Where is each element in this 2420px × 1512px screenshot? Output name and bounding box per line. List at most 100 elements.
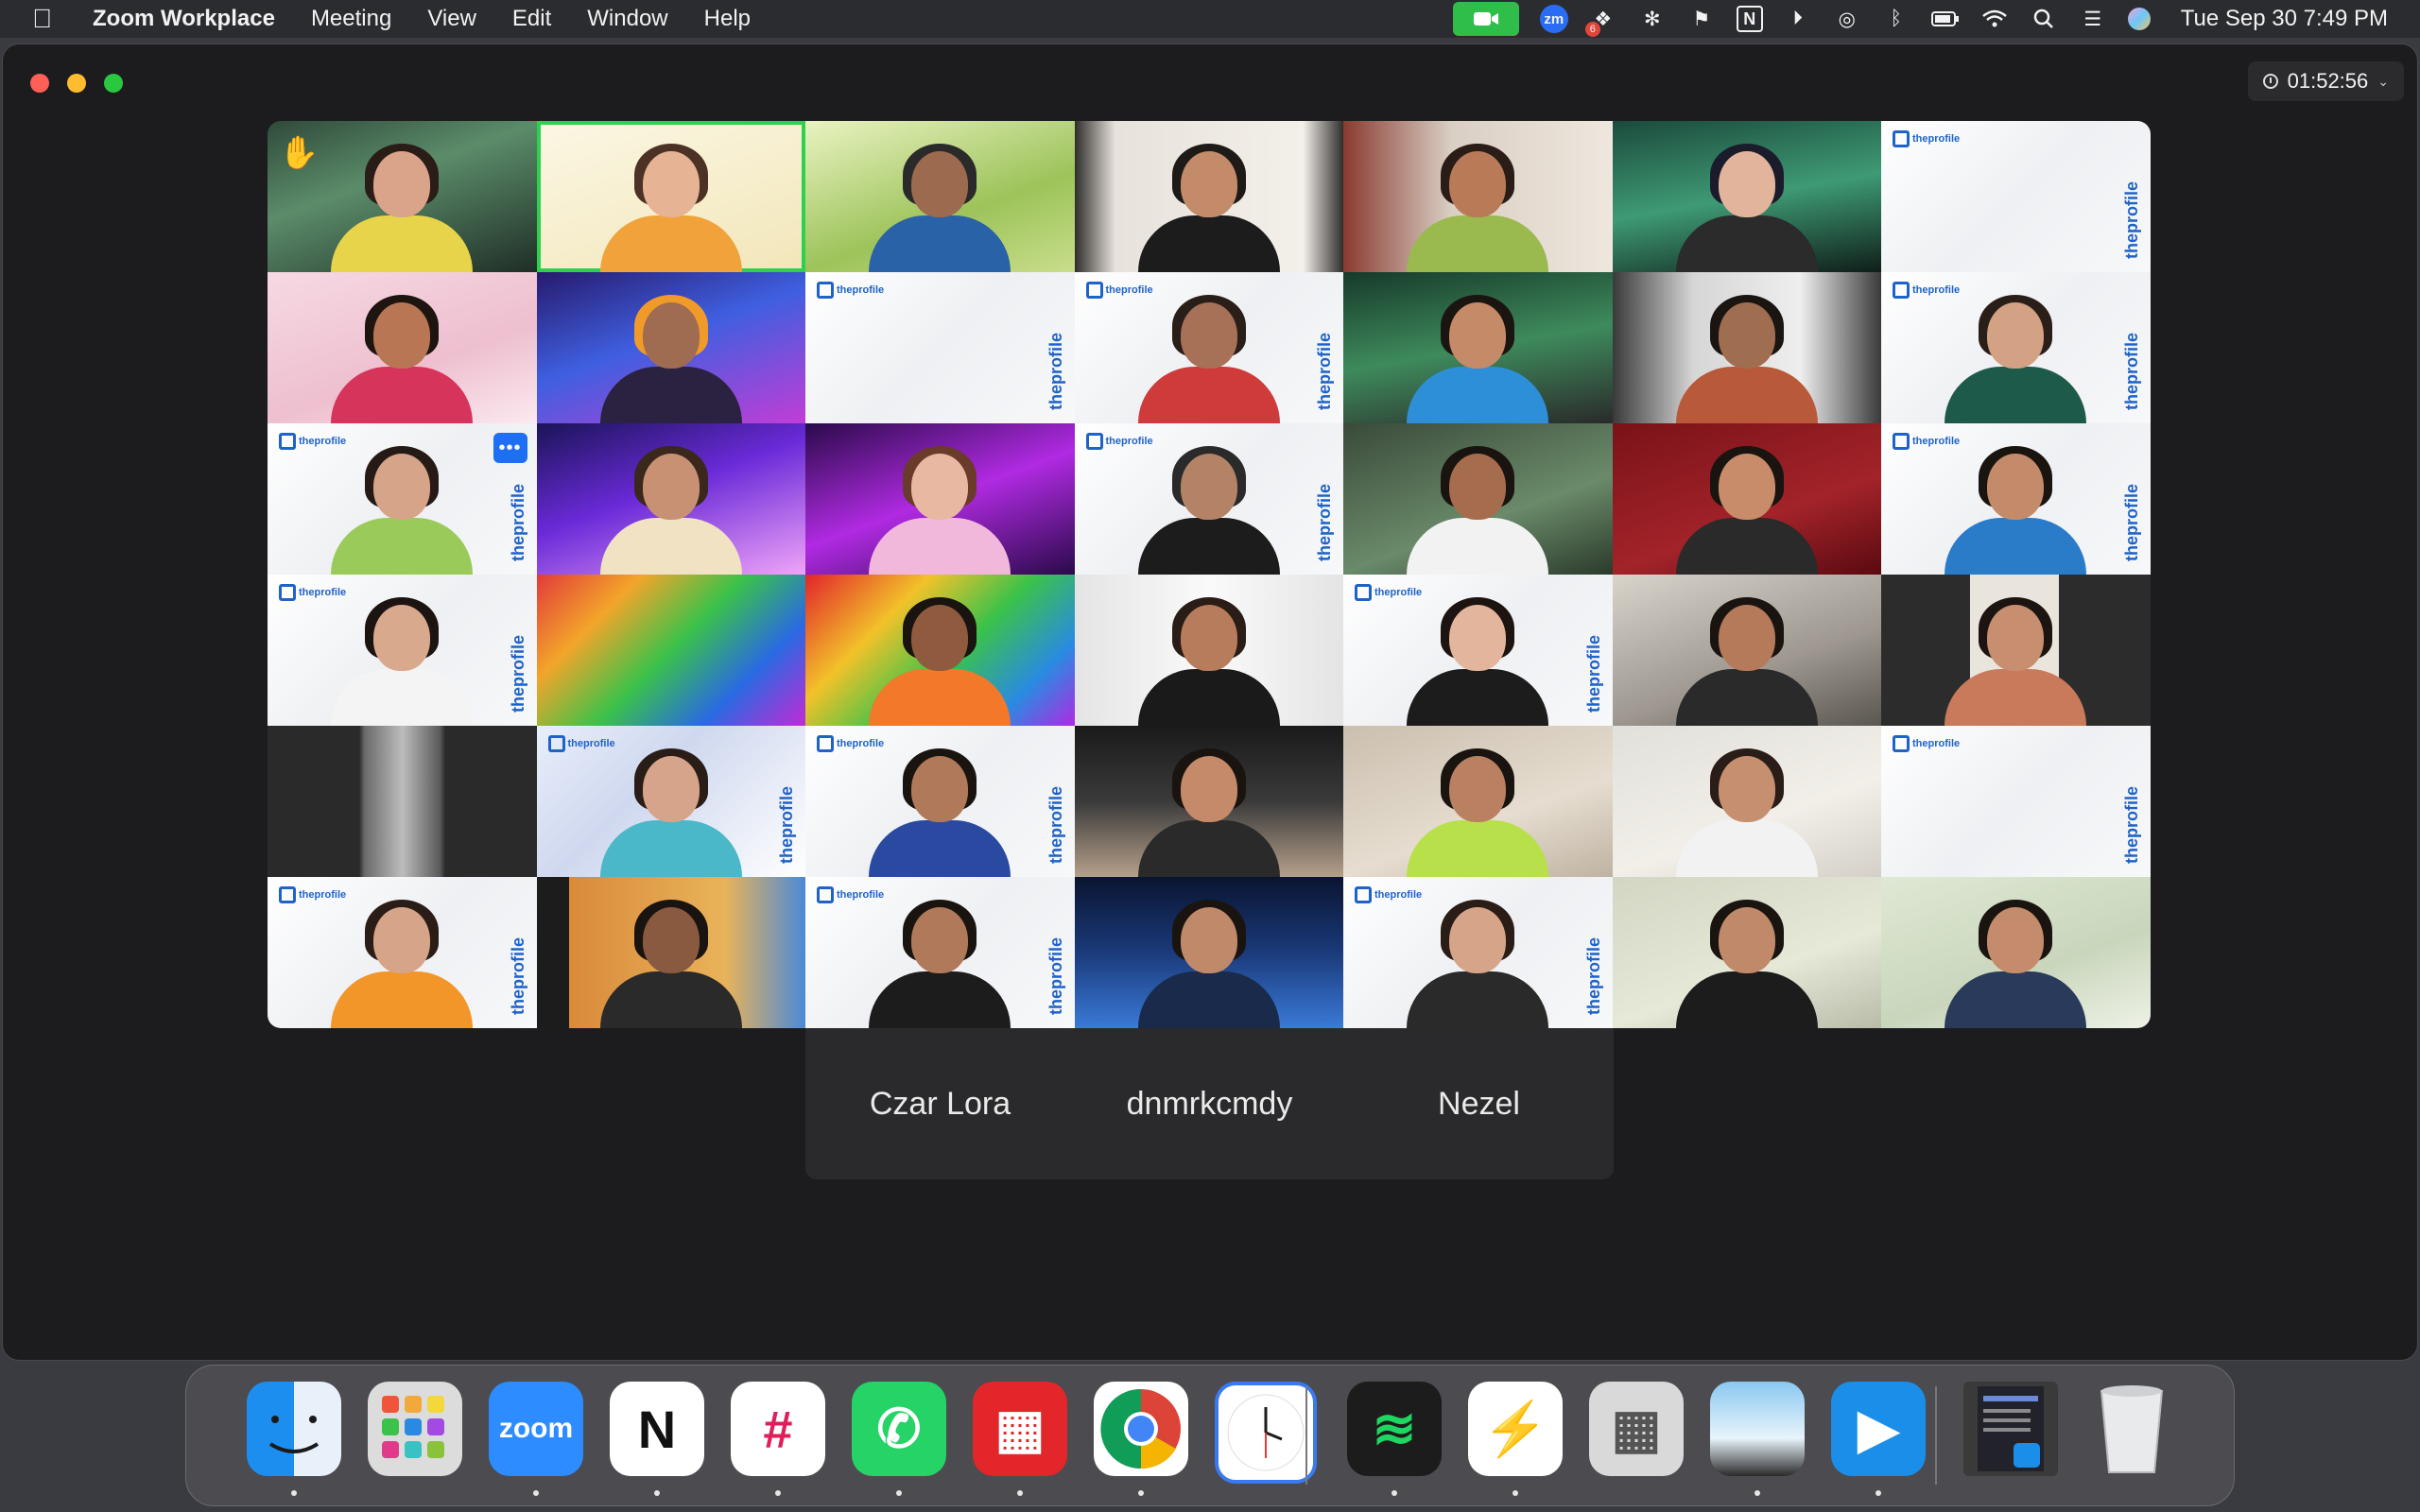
participant-face [911,907,969,973]
menu-clock[interactable]: Tue Sep 30 7:49 PM [2181,6,2388,32]
participant-video-tile[interactable]: theprofile theprofile [1881,726,2151,877]
participant-video-tile[interactable] [1612,877,1881,1028]
participant-video-tile[interactable]: theprofile theprofile [1881,423,2151,575]
fullscreen-window-button[interactable] [104,74,123,93]
trash-icon[interactable] [2084,1382,2179,1476]
participant-video-tile[interactable]: theprofile theprofile [1343,877,1613,1028]
participant-video-tile[interactable]: theprofile theprofile [268,877,537,1028]
participant-video-tile[interactable]: theprofile theprofile [1881,272,2151,423]
minimize-window-button[interactable] [67,74,86,93]
more-options-icon[interactable]: ••• [493,433,527,463]
participant-name-tile[interactable]: dnmrkcmdy [1075,1028,1344,1179]
whatsapp-icon[interactable]: ✆ [852,1382,946,1476]
participant-video-tile[interactable] [536,423,805,575]
apple-menu-icon[interactable]:  [32,4,60,34]
participant-video-tile[interactable] [536,575,805,726]
participant-video-tile[interactable]: theprofile theprofile [805,877,1075,1028]
chevron-down-icon[interactable]: ⌄ [2377,74,2389,90]
participant-video-tile[interactable] [536,877,805,1028]
participant-video-tile[interactable] [536,121,805,272]
participant-video-tile[interactable] [1612,575,1881,726]
participant-video-tile[interactable] [268,272,537,423]
participant-video-tile[interactable]: theprofile theprofile [1074,423,1343,575]
app-menu[interactable]: Zoom Workplace [93,6,275,32]
messenger-icon[interactable]: ⚡ [1468,1382,1563,1476]
participant-video-tile[interactable] [1074,877,1343,1028]
focus-app-icon[interactable]: ✻ [1638,5,1667,33]
participant-video-tile[interactable] [1612,423,1881,575]
participant-video-tile[interactable] [1074,575,1343,726]
search-icon[interactable] [2030,5,2058,33]
participant-video-tile[interactable] [1343,121,1613,272]
participant-name-tile[interactable]: Nezel [1344,1028,1614,1179]
participant-video-tile[interactable]: theprofile theprofile [805,272,1075,423]
participant-body [331,215,474,272]
chrome-icon[interactable] [1094,1382,1188,1476]
calculator-icon[interactable]: ▦ [1589,1382,1684,1476]
dock-separator [1935,1386,1937,1485]
participant-video-tile[interactable] [1612,272,1881,423]
virtual-background-brand: theprofile [2121,483,2141,561]
participant-name-tile[interactable]: Czar Lora [805,1028,1075,1179]
participant-face [911,605,969,671]
finder-icon[interactable] [247,1382,341,1476]
participant-video [1945,593,2087,726]
control-center-icon[interactable]: ☰ [2079,5,2107,33]
participant-video-tile[interactable] [268,726,537,877]
participant-video-tile[interactable] [805,575,1075,726]
downloads-stack-icon[interactable] [1963,1382,2058,1476]
participant-face [1180,151,1237,217]
airdrop-icon[interactable]: ◎ [1833,5,1861,33]
battery-icon[interactable] [1930,5,1960,33]
participant-video-tile[interactable]: theprofile theprofile [536,726,805,877]
siri-icon[interactable] [2127,8,2151,30]
preview-icon[interactable] [1710,1382,1805,1476]
rubik-icon[interactable]: ▦ [973,1382,1067,1476]
video-camera-icon[interactable] [1452,2,1519,36]
participant-video-tile[interactable] [1074,726,1343,877]
launchpad-icon[interactable] [368,1382,462,1476]
participant-video-tile[interactable] [1343,272,1613,423]
zoom-icon[interactable]: zm [1539,5,1568,33]
participant-video-tile[interactable] [536,272,805,423]
dropbox-icon[interactable]: ❖ 6 [1584,5,1617,37]
participant-video-tile[interactable] [1881,575,2151,726]
participant-video-tile[interactable]: theprofile theprofile [1074,272,1343,423]
wifi-icon[interactable] [1980,5,2009,33]
flag-icon[interactable]: ⚑ [1687,5,1716,33]
participant-video-tile[interactable] [1612,726,1881,877]
close-window-button[interactable] [30,74,49,93]
menu-meeting[interactable]: Meeting [311,6,391,32]
participant-video-tile[interactable] [1881,877,2151,1028]
participant-video-tile[interactable] [805,121,1075,272]
play-icon[interactable]: ⏵ [1784,5,1812,33]
meeting-timer[interactable]: 01:52:56 ⌄ [2247,61,2404,101]
slack-icon[interactable]: # [731,1382,825,1476]
clock-icon[interactable] [1215,1382,1317,1484]
participant-video [1945,896,2087,1028]
menu-help[interactable]: Help [704,6,751,32]
notion-icon[interactable]: N [1736,6,1763,32]
zoom-icon[interactable]: zoom [489,1382,583,1476]
menu-edit[interactable]: Edit [512,6,551,32]
participant-video-tile[interactable] [805,423,1075,575]
menu-window[interactable]: Window [587,6,667,32]
participant-video-tile[interactable]: ✋ [268,121,537,272]
participant-video [1137,291,1280,423]
participant-video-tile[interactable]: theprofile theprofile [268,575,537,726]
participant-video-tile[interactable]: theprofile theprofile ••• [268,423,537,575]
participant-video-tile[interactable] [1343,423,1613,575]
participant-video-tile[interactable] [1074,121,1343,272]
participant-video-tile[interactable]: theprofile theprofile [1881,121,2151,272]
bluetooth-icon[interactable]: ᛒ [1882,5,1910,33]
participant-video-tile[interactable]: theprofile theprofile [1343,575,1613,726]
spotify-icon[interactable]: ≋ [1347,1382,1442,1476]
notion-icon[interactable]: N [610,1382,704,1476]
plane-icon[interactable]: ▶ [1831,1382,1926,1476]
participant-body [599,820,742,877]
participant-video-tile[interactable] [1612,121,1881,272]
participant-video-tile[interactable] [1343,726,1613,877]
participant-video-tile[interactable]: theprofile theprofile [805,726,1075,877]
menu-view[interactable]: View [427,6,476,32]
participant-video [331,896,474,1028]
